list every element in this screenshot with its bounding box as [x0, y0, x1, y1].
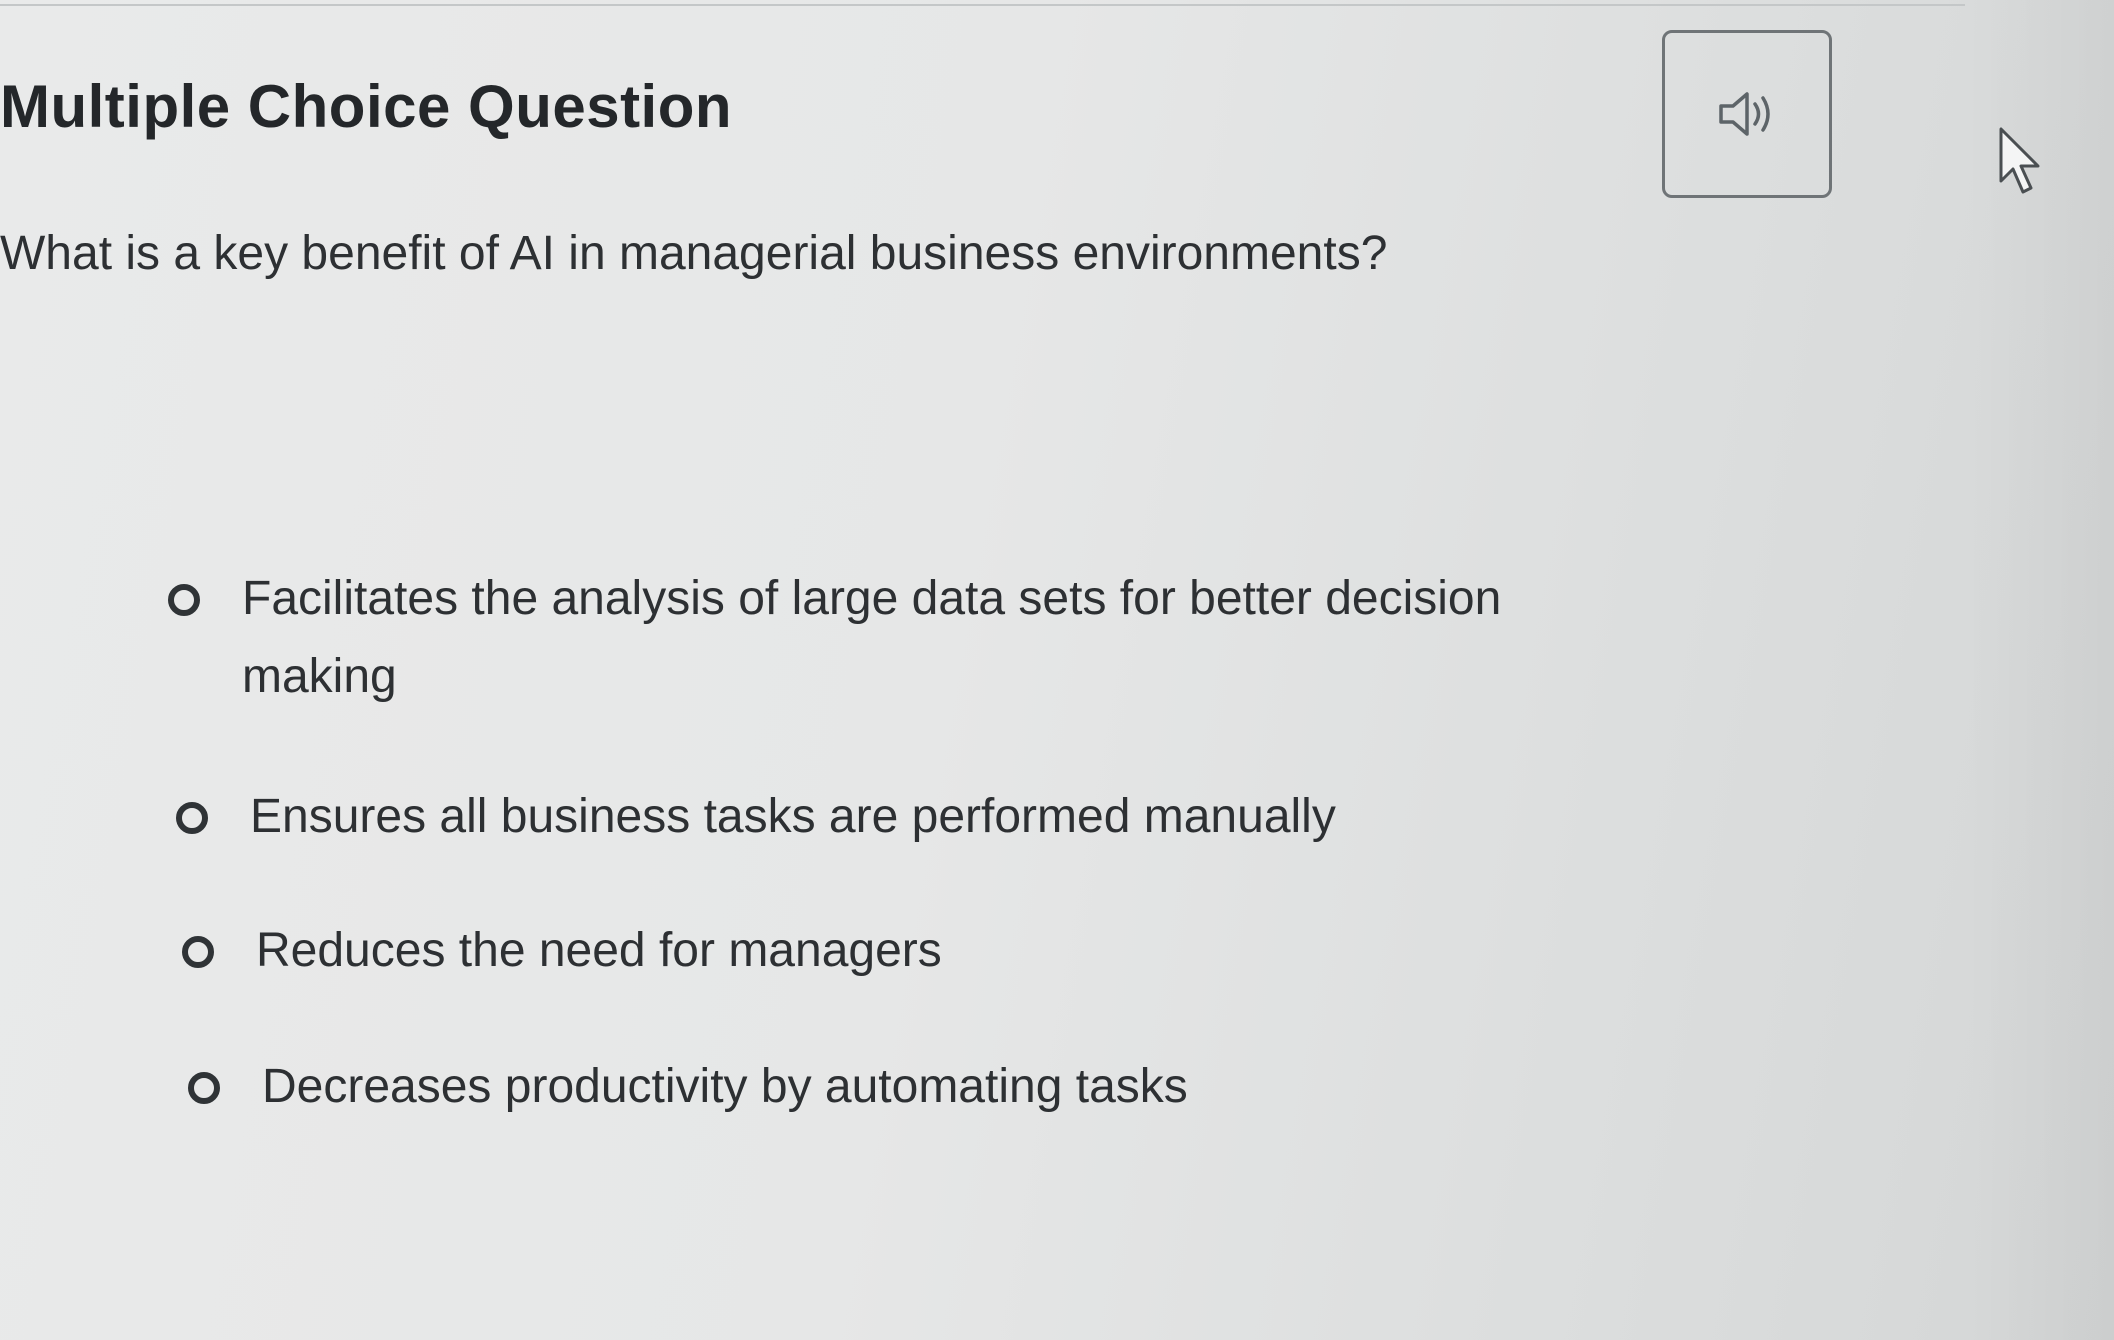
answer-option-label[interactable]: Decreases productivity by automating tas…: [262, 1048, 1188, 1126]
question-prompt: What is a key benefit of AI in manageria…: [0, 227, 1388, 280]
mouse-pointer-icon: [1999, 127, 2040, 194]
radio-button-icon[interactable]: [188, 1072, 220, 1104]
screen-edge-shade: [1965, 0, 2114, 1340]
answer-option-label[interactable]: Facilitates the analysis of large data s…: [242, 560, 1628, 716]
answer-option[interactable]: Facilitates the analysis of large data s…: [168, 572, 1628, 716]
radio-button-icon[interactable]: [176, 802, 208, 834]
answer-option[interactable]: Reduces the need for managers: [182, 924, 1622, 990]
answer-option-label[interactable]: Reduces the need for managers: [256, 912, 942, 990]
question-type-heading: Multiple Choice Question: [0, 73, 733, 140]
answer-option-label[interactable]: Ensures all business tasks are performed…: [250, 778, 1336, 856]
top-divider: [0, 4, 1965, 6]
speaker-icon: [1719, 92, 1770, 136]
answer-option[interactable]: Decreases productivity by automating tas…: [188, 1060, 1628, 1126]
radio-button-icon[interactable]: [168, 584, 200, 616]
read-aloud-button[interactable]: [1662, 30, 1832, 198]
radio-button-icon[interactable]: [182, 936, 214, 968]
answer-option[interactable]: Ensures all business tasks are performed…: [176, 790, 1616, 856]
